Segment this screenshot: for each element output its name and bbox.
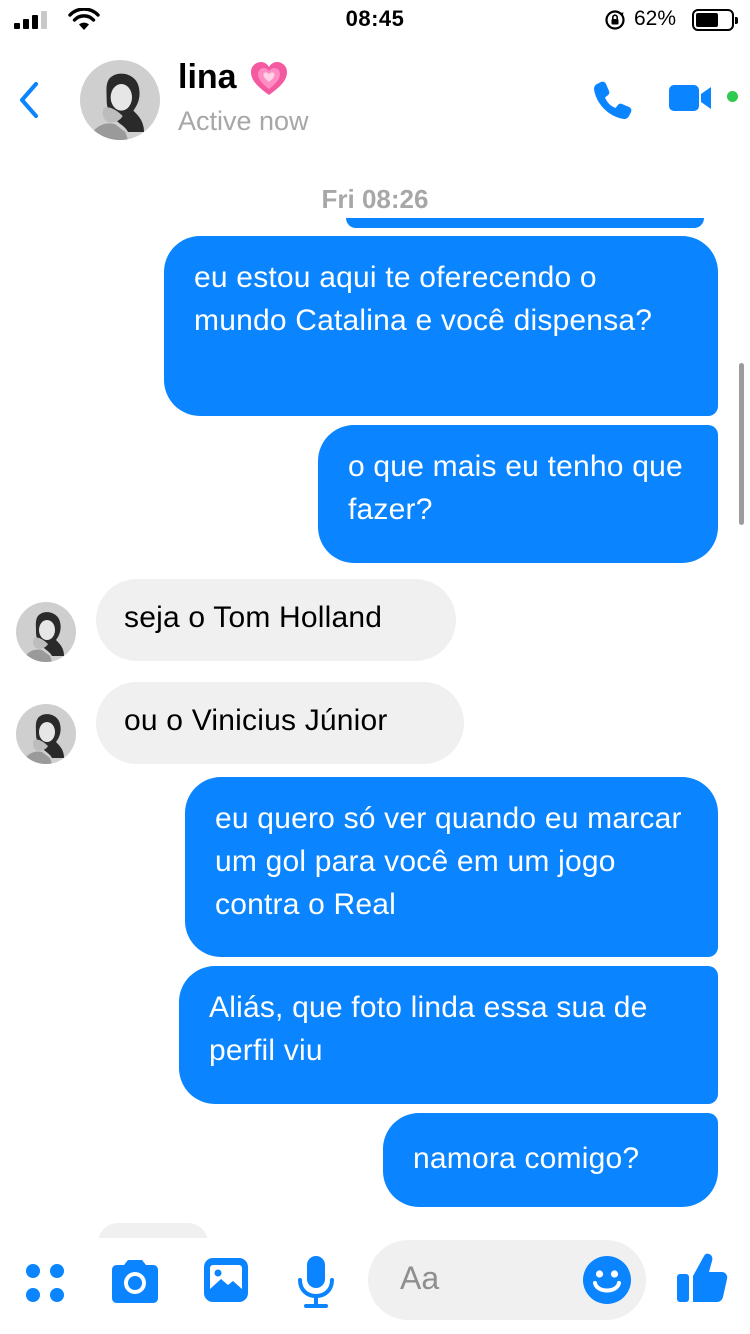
back-icon[interactable]: [16, 80, 44, 120]
menu-dots-icon[interactable]: [22, 1260, 68, 1306]
online-indicator: [727, 91, 738, 102]
message-timestamp: Fri 08:26: [321, 184, 429, 214]
lock-rotation-icon: [605, 10, 625, 30]
message-bubble-incoming[interactable]: ou o Vinicius Júnior: [96, 682, 464, 764]
contact-avatar[interactable]: [80, 60, 160, 140]
growing-heart-icon: [251, 62, 287, 95]
message-bubble-incoming[interactable]: seja o Tom Holland: [96, 579, 456, 661]
message-bubble-partial: [346, 218, 704, 228]
message-bubble-outgoing[interactable]: Aliás, que foto linda essa sua de perfil…: [179, 966, 718, 1104]
status-bar: 08:45 62%: [0, 0, 750, 40]
message-bubble-outgoing[interactable]: eu quero só ver quando eu marcar um gol …: [185, 777, 718, 957]
video-icon[interactable]: [668, 82, 712, 114]
message-bubble-outgoing[interactable]: namora comigo?: [383, 1113, 718, 1207]
emoji-icon[interactable]: [582, 1255, 632, 1305]
microphone-icon[interactable]: [294, 1254, 338, 1310]
contact-name[interactable]: lina: [178, 58, 237, 97]
thumbs-up-icon[interactable]: [674, 1250, 730, 1306]
message-list[interactable]: Fri 08:26 eu estou aqui te oferecendo o …: [0, 158, 750, 1238]
battery-percent: 62%: [634, 7, 677, 30]
scrollbar[interactable]: [739, 363, 744, 525]
message-avatar[interactable]: [16, 602, 76, 662]
message-bubble-outgoing[interactable]: o que mais eu tenho que fazer?: [318, 425, 718, 563]
gallery-icon[interactable]: [202, 1256, 250, 1304]
message-avatar[interactable]: [16, 704, 76, 764]
battery-icon: [692, 9, 738, 31]
phone-icon[interactable]: [590, 78, 634, 122]
active-status: Active now: [178, 106, 309, 136]
message-input-placeholder: Aa: [400, 1260, 440, 1296]
message-bubble-outgoing[interactable]: eu estou aqui te oferecendo o mundo Cata…: [164, 236, 718, 416]
camera-icon[interactable]: [108, 1258, 162, 1306]
message-input[interactable]: Aa: [368, 1240, 646, 1320]
typing-indicator: [98, 1223, 208, 1238]
conversation-header: lina Active now: [0, 40, 750, 158]
